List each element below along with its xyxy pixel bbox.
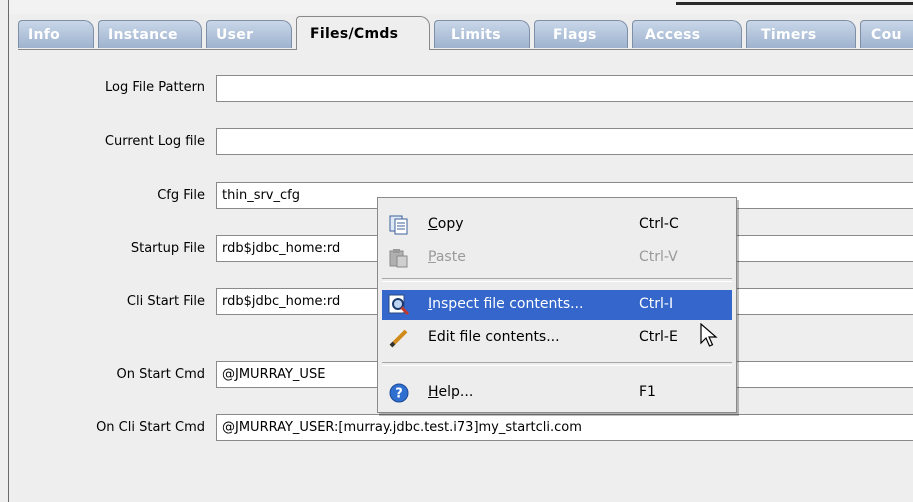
- startup-file-label: Startup File: [130, 241, 205, 256]
- menu-item-copy[interactable]: Copy Ctrl-C: [382, 210, 732, 240]
- tab-baseline: [18, 49, 913, 50]
- context-menu: Copy Ctrl-C Paste Ctrl-V Inspect file co…: [377, 197, 737, 413]
- magnifier-icon: [388, 294, 410, 316]
- menu-item-inspect-shortcut: Ctrl-I: [639, 296, 674, 312]
- current-log-file-field[interactable]: [216, 128, 913, 155]
- menu-item-help[interactable]: ? Help... F1: [382, 378, 732, 408]
- cfg-file-label: Cfg File: [157, 188, 205, 203]
- tab-files-cmds[interactable]: Files/Cmds: [296, 16, 430, 50]
- tab-flags[interactable]: Flags: [534, 20, 628, 48]
- cli-start-file-label: Cli Start File: [126, 294, 205, 309]
- menu-item-copy-label: Copy: [428, 216, 464, 232]
- tab-limits[interactable]: Limits: [434, 20, 530, 48]
- menu-separator: [382, 362, 732, 366]
- tab-timers[interactable]: Timers: [746, 20, 856, 48]
- copy-icon: [388, 214, 410, 236]
- svg-text:?: ?: [395, 387, 403, 402]
- menu-separator: [382, 278, 732, 282]
- menu-item-help-label: Help...: [428, 384, 474, 400]
- tab-access[interactable]: Access: [632, 20, 742, 48]
- menu-item-edit-label: Edit file contents...: [428, 329, 560, 345]
- menu-item-help-shortcut: F1: [639, 384, 656, 400]
- menu-item-paste-label: Paste: [428, 249, 466, 265]
- log-file-pattern-field[interactable]: [216, 75, 913, 102]
- mouse-pointer-icon: [700, 322, 718, 353]
- tab-info[interactable]: Info: [18, 20, 94, 48]
- on-cli-start-cmd-field[interactable]: @JMURRAY_USER:[murray.jdbc.test.i73]my_s…: [216, 414, 913, 441]
- help-icon: ?: [388, 382, 410, 404]
- menu-item-paste[interactable]: Paste Ctrl-V: [382, 243, 732, 273]
- tab-instance[interactable]: Instance: [98, 20, 202, 48]
- menu-item-copy-shortcut: Ctrl-C: [639, 216, 679, 232]
- paste-icon: [388, 247, 410, 269]
- current-log-file-label: Current Log file: [104, 134, 205, 149]
- tab-user[interactable]: User: [206, 20, 292, 48]
- top-toolbar-edge: [676, 2, 913, 5]
- menu-item-edit-shortcut: Ctrl-E: [639, 329, 678, 345]
- tab-bar: Info Instance User Files/Cmds Limits Fla…: [18, 16, 913, 50]
- pencil-icon: [388, 327, 410, 349]
- on-cli-start-cmd-label: On Cli Start Cmd: [96, 420, 205, 435]
- menu-item-edit-file-contents[interactable]: Edit file contents... Ctrl-E: [382, 323, 732, 353]
- menu-item-inspect-file-contents[interactable]: Inspect file contents... Ctrl-I: [382, 290, 732, 320]
- menu-item-paste-shortcut: Ctrl-V: [639, 249, 678, 265]
- log-file-pattern-label: Log File Pattern: [104, 80, 205, 95]
- menu-item-inspect-label: Inspect file contents...: [428, 296, 584, 312]
- tab-counters[interactable]: Cou: [860, 20, 913, 48]
- on-start-cmd-label: On Start Cmd: [116, 367, 206, 382]
